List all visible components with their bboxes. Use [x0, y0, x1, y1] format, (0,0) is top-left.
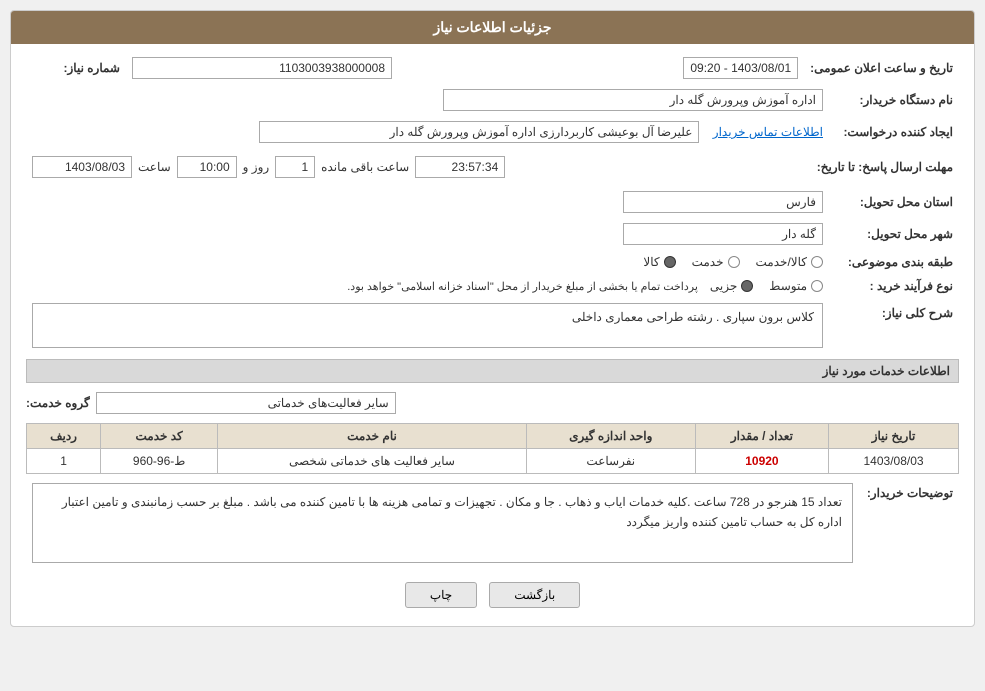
process-radio-group: متوسط جزیی: [710, 279, 823, 293]
province-value: فارس: [623, 191, 823, 213]
reply-days-label: روز و: [243, 160, 270, 174]
table-row: 1403/08/03 10920 نفرساعت سایر فعالیت های…: [27, 449, 959, 474]
info-row-7: طبقه بندی موضوعی: کالا/خدمت خدمت: [26, 252, 959, 272]
radio-kala: کالا: [643, 255, 675, 269]
service-group-value: سایر فعالیت‌های خدماتی: [96, 392, 396, 414]
reply-days-value: 1: [275, 156, 315, 178]
org-name-label: نام دستگاه خریدار:: [829, 86, 959, 114]
city-label: شهر محل تحویل:: [829, 220, 959, 248]
info-row-buyer-desc: توضیحات خریدار: تعداد 15 هنرجو در 728 سا…: [26, 480, 959, 566]
buyer-desc-label: توضیحات خریدار:: [859, 480, 959, 566]
service-group-row: سایر فعالیت‌های خدماتی گروه خدمت:: [26, 389, 959, 417]
info-row-8: نوع فرآیند خرید : متوسط جزیی: [26, 276, 959, 296]
announce-label: تاریخ و ساعت اعلان عمومی:: [804, 54, 959, 82]
col-header-row: ردیف: [27, 424, 101, 449]
reply-time-value: 10:00: [177, 156, 237, 178]
card-header: جزئیات اطلاعات نیاز: [11, 11, 974, 44]
col-header-name: نام خدمت: [218, 424, 527, 449]
info-row-6: شهر محل تحویل: گله دار: [26, 220, 959, 248]
card-body: تاریخ و ساعت اعلان عمومی: 1403/08/01 - 0…: [11, 44, 974, 626]
services-section-title: اطلاعات خدمات مورد نیاز: [26, 359, 959, 383]
creator-value: علیرضا آل بوعیشی کاربردارزی اداره آموزش …: [259, 121, 699, 143]
radio-label-khedmat: خدمت: [692, 255, 724, 269]
info-row-1: تاریخ و ساعت اعلان عمومی: 1403/08/01 - 0…: [26, 54, 959, 82]
radio-circle-kala-khedmat: [811, 256, 823, 268]
radio-khedmat: خدمت: [692, 255, 740, 269]
cell-unit: نفرساعت: [526, 449, 695, 474]
process-label: نوع فرآیند خرید :: [829, 276, 959, 296]
main-card: جزئیات اطلاعات نیاز تاریخ و ساعت اعلان ع…: [10, 10, 975, 627]
col-header-unit: واحد اندازه گیری: [526, 424, 695, 449]
need-desc-value: کلاس برون سپاری . رشته طراحی معماری داخل…: [32, 303, 823, 348]
info-row-5: استان محل تحویل: فارس: [26, 188, 959, 216]
services-table: تاریخ نیاز تعداد / مقدار واحد اندازه گیر…: [26, 423, 959, 474]
radio-kala-khedmat: کالا/خدمت: [756, 255, 823, 269]
reply-time-label: ساعت: [138, 160, 171, 174]
buyer-desc-value: تعداد 15 هنرجو در 728 ساعت .کلیه خدمات ا…: [32, 483, 853, 563]
reply-remaining-label: ساعت باقی مانده: [321, 160, 409, 174]
process-row: متوسط جزیی پرداخت تمام یا بخشی از مبلغ خ…: [32, 279, 823, 293]
need-desc-label: شرح کلی نیاز:: [829, 300, 959, 351]
radio-jozi: جزیی: [710, 279, 753, 293]
radio-circle-mutavasset: [811, 280, 823, 292]
process-note: پرداخت تمام یا بخشی از مبلغ خریدار از مح…: [347, 280, 698, 293]
creator-label: ایجاد کننده درخواست:: [829, 118, 959, 146]
info-row-2: نام دستگاه خریدار: اداره آموزش وپرورش گل…: [26, 86, 959, 114]
org-name-value: اداره آموزش وپرورش گله دار: [443, 89, 823, 111]
radio-label-jozi: جزیی: [710, 279, 737, 293]
col-header-quantity: تعداد / مقدار: [695, 424, 828, 449]
print-button[interactable]: چاپ: [405, 582, 477, 608]
cell-name: سایر فعالیت های خدماتی شخصی: [218, 449, 527, 474]
radio-label-kala: کالا: [643, 255, 659, 269]
service-group-label: گروه خدمت:: [26, 396, 90, 410]
radio-circle-kala: [664, 256, 676, 268]
cell-quantity: 10920: [695, 449, 828, 474]
city-value: گله دار: [623, 223, 823, 245]
bottom-buttons: بازگشت چاپ: [26, 570, 959, 616]
info-row-4: مهلت ارسال پاسخ: تا تاریخ: 23:57:34 ساعت…: [26, 150, 959, 184]
radio-label-kala-khedmat: کالا/خدمت: [756, 255, 807, 269]
page-title: جزئیات اطلاعات نیاز: [433, 19, 551, 35]
back-button[interactable]: بازگشت: [489, 582, 580, 608]
col-header-code: کد خدمت: [101, 424, 218, 449]
remaining-row: 23:57:34 ساعت باقی مانده 1 روز و 10:00 س…: [32, 153, 805, 181]
announce-value: 1403/08/01 - 09:20: [683, 57, 798, 79]
col-header-date: تاریخ نیاز: [829, 424, 959, 449]
need-number-label: شماره نیاز:: [26, 54, 126, 82]
need-number-value: 1103003938000008: [132, 57, 392, 79]
category-label: طبقه بندی موضوعی:: [829, 252, 959, 272]
reply-date-value: 1403/08/03: [32, 156, 132, 178]
cell-code: ط-96-960: [101, 449, 218, 474]
cell-date: 1403/08/03: [829, 449, 959, 474]
reply-remaining-value: 23:57:34: [415, 156, 505, 178]
province-label: استان محل تحویل:: [829, 188, 959, 216]
creator-link[interactable]: اطلاعات تماس خریدار: [713, 125, 823, 139]
radio-circle-jozi: [741, 280, 753, 292]
info-row-need-desc: شرح کلی نیاز: کلاس برون سپاری . رشته طرا…: [26, 300, 959, 351]
reply-deadline-label: مهلت ارسال پاسخ: تا تاریخ:: [811, 150, 959, 184]
info-row-3: ایجاد کننده درخواست: اطلاعات تماس خریدار…: [26, 118, 959, 146]
radio-mutavasset: متوسط: [769, 279, 823, 293]
cell-row: 1: [27, 449, 101, 474]
radio-label-mutavasset: متوسط: [769, 279, 807, 293]
radio-circle-khedmat: [728, 256, 740, 268]
category-radio-group: کالا/خدمت خدمت کالا: [159, 255, 823, 269]
